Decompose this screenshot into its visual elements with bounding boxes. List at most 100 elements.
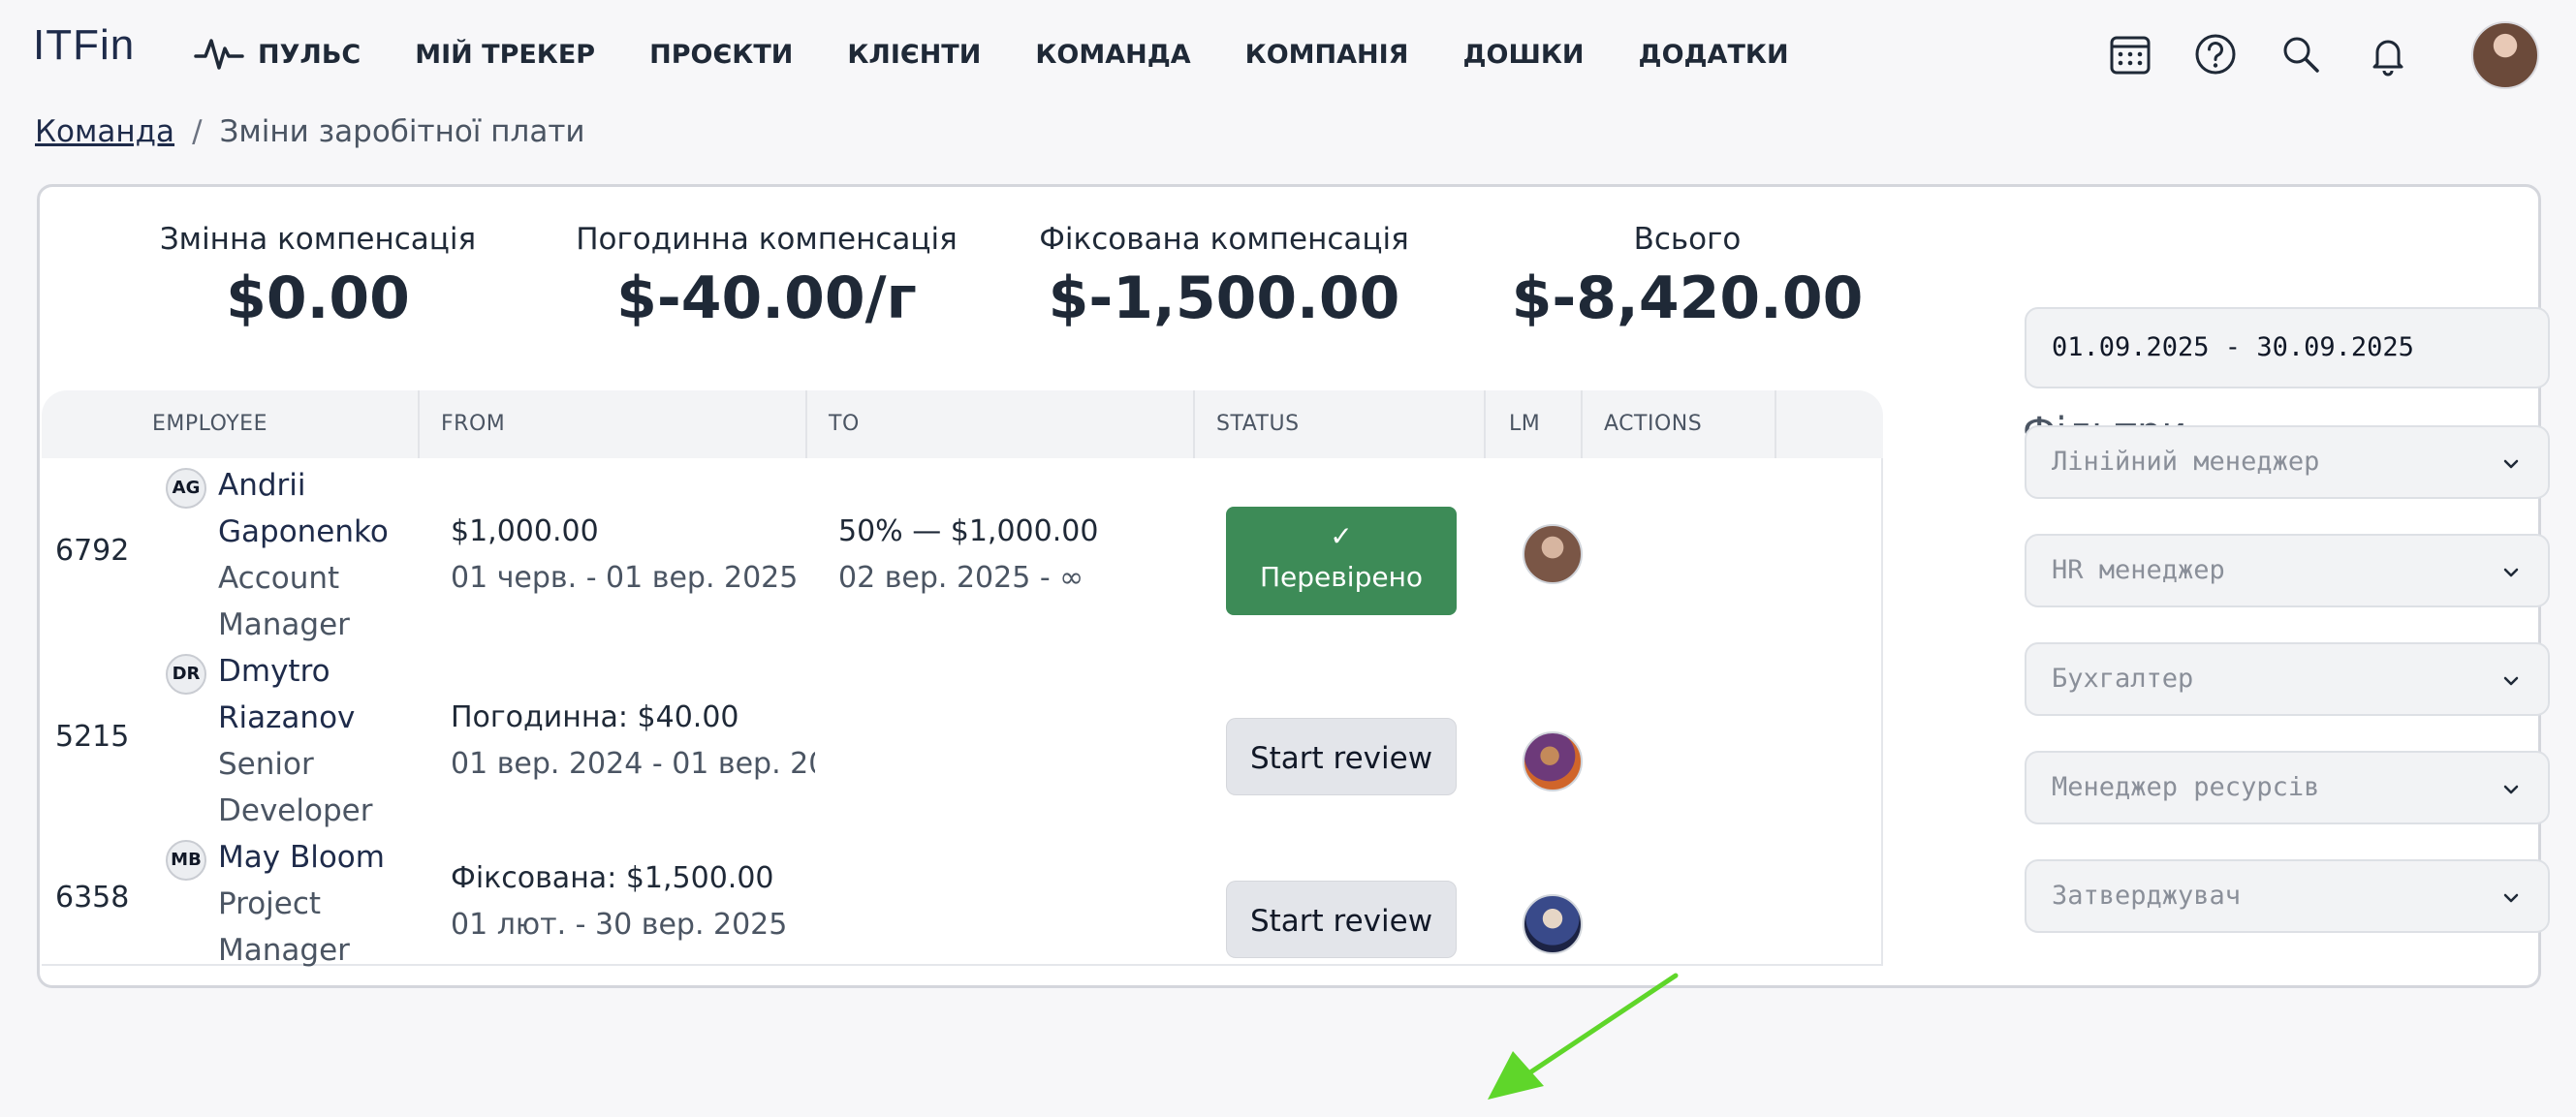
check-icon: ✓ (1330, 520, 1353, 552)
to-period: 02 вер. 2025 - ∞ (838, 561, 1084, 595)
column-divider (418, 390, 420, 458)
hr-manager-select[interactable]: HR менеджер (2025, 534, 2550, 607)
line-manager-avatar[interactable] (1523, 894, 1583, 954)
table-header: EMPLOYEE FROM TO STATUS LM ACTIONS (42, 390, 1883, 458)
to-value: 50% — $1,000.00 (838, 514, 1099, 548)
column-header-employee[interactable]: EMPLOYEE (152, 390, 267, 458)
page-title: Зміни заробітної плати (219, 114, 585, 149)
column-header-lm[interactable]: LM (1509, 390, 1540, 458)
chevron-down-icon (2503, 893, 2519, 903)
employee-name-line[interactable]: May Bloom (218, 834, 385, 881)
nav-item-addons[interactable]: ДОДАТКИ (1639, 40, 1789, 70)
employee-initials-avatar: DR (166, 654, 206, 695)
status-badge-verified[interactable]: ✓ Перевірено (1226, 507, 1457, 615)
stat-value: $0.00 (226, 264, 410, 332)
stat-label: Всього (1633, 222, 1742, 257)
table-row[interactable]: 5215 DR Dmytro Riazanov Senior Developer… (42, 646, 1883, 832)
stat-total: Всього $-8,420.00 (1484, 222, 1891, 332)
column-header-actions[interactable]: ACTIONS (1604, 390, 1702, 458)
from-period: 01 лют. - 30 вер. 2025 (451, 908, 788, 942)
line-manager-select[interactable]: Лінійний менеджер (2025, 425, 2550, 499)
annotation-arrow-icon (1488, 973, 1679, 1100)
employee-title-line: Manager (218, 607, 350, 642)
start-review-button[interactable]: Start review (1226, 881, 1457, 958)
employee-title-line: Manager (218, 933, 350, 968)
employee-name-line[interactable]: Riazanov (218, 695, 355, 741)
column-divider (1193, 390, 1195, 458)
approver-select[interactable]: Затверджувач (2025, 859, 2550, 933)
employee-title-line: Developer (218, 793, 373, 828)
employee-title-line: Senior (218, 747, 314, 782)
from-value: Фіксована: $1,500.00 (451, 861, 774, 895)
employee-title-line: Project (218, 886, 322, 921)
stat-value: $-1,500.00 (1048, 264, 1400, 332)
stat-value: $-40.00/г (616, 264, 917, 332)
stat-label: Фіксована компенсація (1039, 222, 1409, 257)
select-placeholder: Затверджувач (2052, 881, 2242, 911)
nav-item-label: ПУЛЬС (258, 39, 361, 70)
from-period: 01 черв. - 01 вер. 2025 (451, 561, 799, 595)
nav-item-projects[interactable]: ПРОЄКТИ (649, 40, 793, 70)
chevron-down-icon (2503, 785, 2519, 794)
column-divider (1484, 390, 1486, 458)
accountant-select[interactable]: Бухгалтер (2025, 642, 2550, 716)
select-placeholder: Менеджер ресурсів (2052, 772, 2320, 802)
app-logo[interactable]: ITFin (33, 21, 135, 70)
line-manager-avatar[interactable] (1523, 731, 1583, 791)
table-row[interactable]: 6358 MB May Bloom Project Manager Фіксов… (42, 832, 1883, 968)
breadcrumb-link-team[interactable]: Команда (35, 114, 174, 149)
employee-name-line[interactable]: Dmytro (218, 648, 330, 695)
employee-name-line[interactable]: Gaponenko (218, 509, 389, 555)
breadcrumb-separator: / (192, 114, 203, 149)
chevron-down-icon (2503, 676, 2519, 686)
employee-id: 6792 (55, 534, 130, 568)
stat-label: Погодинна компенсація (576, 222, 958, 257)
bell-icon[interactable] (2361, 27, 2415, 81)
column-header-from[interactable]: FROM (441, 390, 505, 458)
chevron-down-icon (2503, 568, 2519, 577)
line-manager-avatar[interactable] (1523, 524, 1583, 584)
stat-value: $-8,420.00 (1511, 264, 1864, 332)
column-header-status[interactable]: STATUS (1216, 390, 1300, 458)
main-nav: ПУЛЬС МІЙ ТРЕКЕР ПРОЄКТИ КЛІЄНТИ КОМАНДА… (194, 29, 1843, 79)
table-row[interactable]: 6792 AG Andrii Gaponenko Account Manager… (42, 460, 1883, 646)
from-value: $1,000.00 (451, 514, 599, 548)
breadcrumb: Команда / Зміни заробітної плати (35, 114, 585, 149)
search-icon[interactable] (2274, 27, 2328, 81)
from-value: Погодинна: $40.00 (451, 700, 739, 734)
chevron-down-icon (2503, 459, 2519, 469)
select-placeholder: Лінійний менеджер (2052, 447, 2320, 477)
calendar-icon[interactable] (2103, 27, 2157, 81)
nav-item-clients[interactable]: КЛІЄНТИ (847, 40, 981, 70)
employee-id: 5215 (55, 720, 130, 754)
employee-initials-avatar: AG (166, 468, 206, 509)
column-divider (1775, 390, 1776, 458)
select-placeholder: Бухгалтер (2052, 664, 2194, 694)
column-header-to[interactable]: TO (829, 390, 860, 458)
date-range-input[interactable]: 01.09.2025 - 30.09.2025 (2025, 307, 2550, 388)
resource-manager-select[interactable]: Менеджер ресурсів (2025, 751, 2550, 824)
nav-item-my-tracker[interactable]: МІЙ ТРЕКЕР (415, 40, 595, 70)
employee-title-line: Account (218, 561, 340, 596)
select-placeholder: HR менеджер (2052, 555, 2225, 585)
stat-label: Змінна компенсація (159, 222, 477, 257)
column-divider (1581, 390, 1583, 458)
nav-item-company[interactable]: КОМПАНІЯ (1245, 40, 1409, 70)
salary-changes-card: Змінна компенсація $0.00 Погодинна компе… (37, 184, 2550, 1100)
nav-item-team[interactable]: КОМАНДА (1035, 40, 1190, 70)
employee-id: 6358 (55, 881, 130, 915)
nav-item-boards[interactable]: ДОШКИ (1462, 40, 1584, 70)
salary-changes-table: EMPLOYEE FROM TO STATUS LM ACTIONS 6792 … (42, 390, 1883, 1100)
status-label: Перевірено (1260, 561, 1423, 593)
column-divider (805, 390, 807, 458)
employee-name-line[interactable]: Andrii (218, 462, 306, 509)
stat-fixed-compensation: Фіксована компенсація $-1,500.00 (1021, 222, 1428, 332)
user-avatar[interactable] (2471, 21, 2539, 89)
help-icon[interactable] (2188, 27, 2243, 81)
from-period: 01 вер. 2024 - 01 вер. 2025 (451, 747, 815, 781)
stat-hourly-compensation: Погодинна компенсація $-40.00/г (563, 222, 970, 332)
nav-item-pulse[interactable]: ПУЛЬС (194, 35, 361, 74)
employee-initials-avatar: MB (166, 840, 206, 881)
start-review-button[interactable]: Start review (1226, 718, 1457, 795)
pulse-icon (194, 39, 244, 70)
